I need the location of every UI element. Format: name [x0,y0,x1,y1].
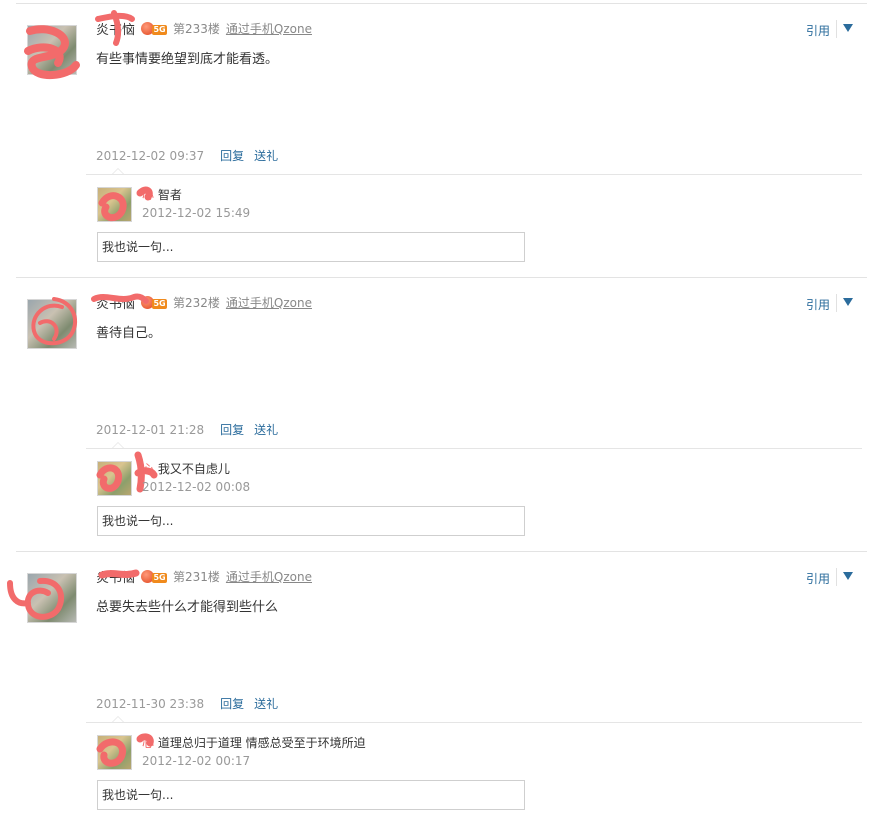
reply-author[interactable]: 心 [142,736,154,750]
gift-button[interactable]: 送礼 [254,697,278,711]
name-row: 炎书恼 5G 第233楼 通过手机Qzone [96,19,312,39]
avatar[interactable] [27,573,77,623]
divider [86,174,862,175]
via-link[interactable]: 通过手机Qzone [226,20,312,37]
reply-input[interactable] [97,232,525,262]
divider [86,448,862,449]
reply-date: 2012-12-02 15:49 [142,206,251,220]
divider [16,551,867,552]
apple-level-badge-icon: 5G [141,21,168,37]
floor-number: 第231楼 [173,570,220,584]
comment-meta: 2012-12-02 09:37 回复 送礼 [96,147,278,164]
username[interactable]: 炎书恼 [96,293,135,312]
reply-input[interactable] [97,780,525,810]
triangle-down-icon[interactable] [843,298,853,306]
floor-number: 第233楼 [173,22,220,36]
reply-author[interactable]: 心 [142,462,154,476]
comment-meta: 2012-11-30 23:38 回复 送礼 [96,695,278,712]
comment-content: 善待自己。 [96,326,162,341]
quote-button[interactable]: 引用 [806,570,830,587]
via-link[interactable]: 通过手机Qzone [226,294,312,311]
triangle-down-icon[interactable] [843,24,853,32]
reply-input[interactable] [97,506,525,536]
comment-date: 2012-12-02 09:37 [96,149,205,163]
reply-button[interactable]: 回复 [220,423,244,437]
comment-post: 炎书恼 5G 第232楼 通过手机Qzone 引用 善待自己。 2012-12-01 … [0,277,869,551]
apple-level-badge-icon: 5G [141,295,168,311]
comment-content: 有些事情要绝望到底才能看透。 [96,52,279,67]
quote-button[interactable]: 引用 [806,296,830,313]
via-link[interactable]: 通过手机Qzone [226,568,312,585]
triangle-down-icon[interactable] [843,572,853,580]
reply-text: 心 智者 [142,188,182,202]
username[interactable]: 炎书恼 [96,19,135,38]
comment-content: 总要失去些什么才能得到些什么 [96,600,279,615]
quote-button[interactable]: 引用 [806,22,830,39]
reply-date: 2012-12-02 00:17 [142,754,251,768]
divider [86,722,862,723]
divider [16,3,867,4]
comment-date: 2012-12-01 21:28 [96,423,205,437]
reply-text: 心 我又不自虑儿 [142,462,230,476]
name-row: 炎书恼 5G 第232楼 通过手机Qzone [96,293,312,313]
floor-number: 第232楼 [173,296,220,310]
reply-author[interactable]: 心 [142,188,154,202]
reply-date: 2012-12-02 00:08 [142,480,251,494]
reply-button[interactable]: 回复 [220,149,244,163]
gift-button[interactable]: 送礼 [254,423,278,437]
reply-avatar[interactable] [97,735,132,770]
reply-avatar[interactable] [97,461,132,496]
reply-text: 心 道理总归于道理 情感总受至于环境所迫 [142,736,366,750]
name-row: 炎书恼 5G 第231楼 通过手机Qzone [96,567,312,587]
avatar[interactable] [27,299,77,349]
divider [836,568,837,586]
avatar[interactable] [27,25,77,75]
comment-post: 炎书恼 5G 第233楼 通过手机Qzone 引用 有些事情要绝望到底才能看透。 20… [0,3,869,277]
gift-button[interactable]: 送礼 [254,149,278,163]
comment-post: 炎书恼 5G 第231楼 通过手机Qzone 引用 总要失去些什么才能得到些什么 20… [0,551,869,825]
comment-meta: 2012-12-01 21:28 回复 送礼 [96,421,278,438]
apple-level-badge-icon: 5G [141,569,168,585]
divider [836,294,837,312]
username[interactable]: 炎书恼 [96,567,135,586]
divider [836,20,837,38]
reply-button[interactable]: 回复 [220,697,244,711]
comment-date: 2012-11-30 23:38 [96,697,205,711]
divider [16,277,867,278]
reply-avatar[interactable] [97,187,132,222]
